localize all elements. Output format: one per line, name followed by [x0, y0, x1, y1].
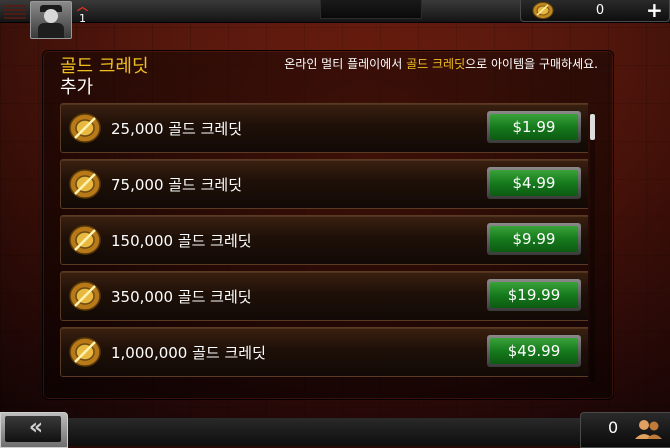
rank-level: 1 [79, 12, 86, 25]
offer-label: 75,000 골드 크레딧 [111, 176, 243, 194]
gold-coin-icon [69, 113, 101, 143]
friends-icon[interactable] [634, 418, 664, 440]
panel-description: 온라인 멀티 플레이에서 골드 크레딧으로 아이템을 구매하세요. [280, 56, 598, 73]
offer-label: 1,000,000 골드 크레딧 [111, 344, 266, 362]
buy-button[interactable]: $4.99 [487, 167, 581, 199]
offer-row[interactable]: 25,000 골드 크레딧 $1.99 [60, 103, 588, 153]
back-button[interactable]: « [0, 412, 68, 448]
offer-row[interactable]: 1,000,000 골드 크레딧 $49.99 [60, 327, 588, 377]
price-label: $1.99 [490, 114, 578, 140]
top-bar-center-tab [320, 0, 422, 19]
description-text: 온라인 멀티 플레이에서 [284, 57, 407, 71]
price-label: $49.99 [490, 338, 578, 364]
price-label: $9.99 [490, 226, 578, 252]
panel-subtitle: 추가 [60, 77, 94, 98]
buy-button[interactable]: $49.99 [487, 335, 581, 367]
offer-row[interactable]: 150,000 골드 크레딧 $9.99 [60, 215, 588, 265]
menu-grip-icon[interactable] [4, 3, 26, 19]
gold-coin-icon [69, 281, 101, 311]
offer-row[interactable]: 350,000 골드 크레딧 $19.99 [60, 271, 588, 321]
buy-button[interactable]: $9.99 [487, 223, 581, 255]
gold-coin-icon [69, 169, 101, 199]
description-text-end: 으로 아이템을 구매하세요. [465, 57, 598, 71]
offer-row[interactable]: 75,000 골드 크레딧 $4.99 [60, 159, 588, 209]
offer-list[interactable]: 25,000 골드 크레딧 $1.99 75,000 골드 크레딧 $4.99 … [60, 103, 588, 381]
bottom-bar [0, 418, 670, 446]
gold-coin-icon [69, 337, 101, 367]
offer-label: 25,000 골드 크레딧 [111, 120, 243, 138]
gold-coin-icon [69, 225, 101, 255]
add-gold-button[interactable]: + [646, 0, 663, 20]
gold-coin-icon [532, 2, 554, 19]
price-label: $4.99 [490, 170, 578, 196]
offer-label: 350,000 골드 크레딧 [111, 288, 252, 306]
player-avatar[interactable] [30, 1, 72, 39]
rank-chevron-icon: ︿ [77, 0, 88, 13]
offer-label: 150,000 골드 크레딧 [111, 232, 252, 250]
friends-count: 0 [608, 418, 619, 437]
double-chevron-left-icon: « [5, 416, 61, 442]
buy-button[interactable]: $19.99 [487, 279, 581, 311]
price-label: $19.99 [490, 282, 578, 308]
scrollbar-thumb[interactable] [590, 114, 595, 140]
gold-amount: 0 [595, 3, 605, 18]
buy-button[interactable]: $1.99 [487, 111, 581, 143]
scrollbar-track[interactable] [590, 112, 595, 382]
description-highlight: 골드 크레딧 [406, 57, 466, 71]
